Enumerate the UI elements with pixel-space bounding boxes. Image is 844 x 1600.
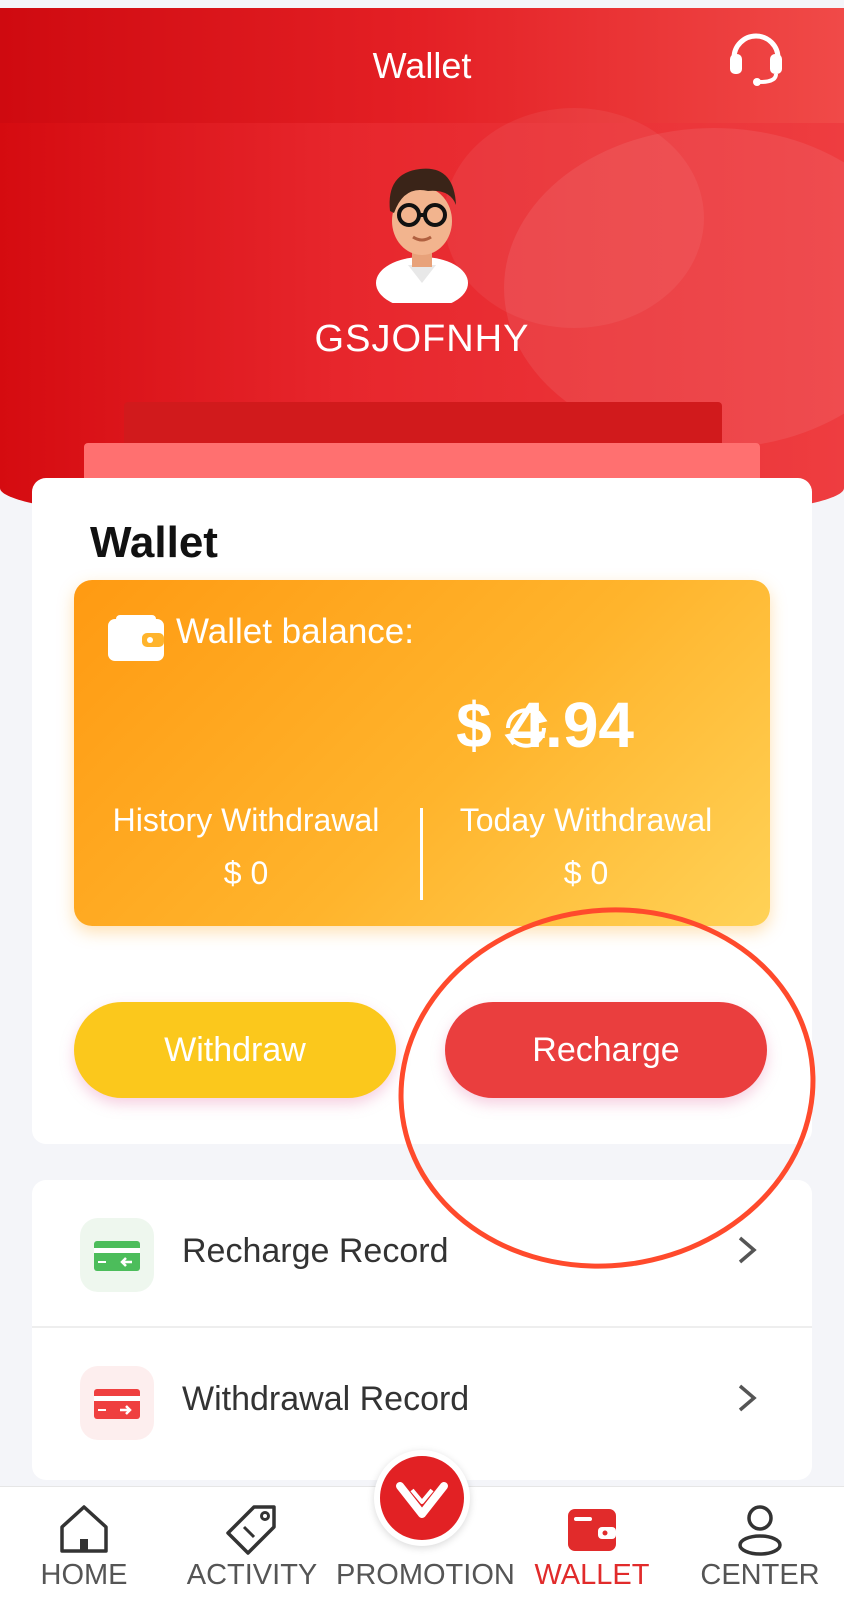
- tab-center-label: CENTER: [700, 1559, 820, 1591]
- history-withdrawal: History Withdrawal $ 0: [76, 802, 416, 892]
- tab-wallet[interactable]: WALLET: [508, 1487, 676, 1600]
- withdrawal-card-icon: [80, 1366, 154, 1440]
- recharge-card-icon: [80, 1218, 154, 1292]
- tab-wallet-label: WALLET: [534, 1559, 650, 1591]
- tab-activity-label: ACTIVITY: [186, 1559, 318, 1591]
- wallet-card-title: Wallet: [90, 518, 218, 567]
- today-withdrawal-label: Today Withdrawal: [459, 802, 713, 838]
- today-withdrawal-value: $ 0: [563, 855, 609, 891]
- username: GSJOFNHY: [314, 318, 530, 360]
- tab-activity[interactable]: ACTIVITY: [168, 1487, 336, 1600]
- chevron-right-icon: [738, 1384, 757, 1412]
- recharge-record-label: Recharge Record: [182, 1232, 449, 1270]
- refresh-icon[interactable]: [498, 700, 554, 756]
- chevron-right-icon: [738, 1236, 757, 1264]
- tab-home-label: HOME: [40, 1559, 128, 1591]
- balance-panel: Wallet balance: $ 4.94 History Withdrawa…: [74, 580, 770, 926]
- promotion-icon[interactable]: [374, 1450, 470, 1546]
- balance-label: Wallet balance:: [176, 612, 414, 651]
- history-withdrawal-label: History Withdrawal: [112, 802, 380, 838]
- user-icon: [738, 1505, 782, 1556]
- user-avatar-icon: [376, 168, 468, 303]
- withdrawal-record-label: Withdrawal Record: [182, 1380, 470, 1418]
- tab-home[interactable]: HOME: [0, 1487, 168, 1600]
- page-title: Wallet: [372, 45, 472, 86]
- headset-icon[interactable]: [724, 24, 788, 88]
- wallet-icon: [568, 1509, 616, 1551]
- wallet-page: Wallet GSJOFNHY Wallet Wallet balance: $…: [0, 0, 844, 1600]
- header-decoration: [444, 108, 704, 328]
- tab-promotion-label: PROMOTION: [336, 1559, 515, 1591]
- history-withdrawal-value: $ 0: [223, 855, 269, 891]
- today-withdrawal: Today Withdrawal $ 0: [416, 802, 756, 892]
- home-icon: [60, 1505, 108, 1553]
- withdraw-button[interactable]: Withdraw: [74, 1002, 396, 1098]
- tag-icon: [226, 1505, 276, 1555]
- wallet-icon: [108, 615, 164, 661]
- tab-center[interactable]: CENTER: [676, 1487, 844, 1600]
